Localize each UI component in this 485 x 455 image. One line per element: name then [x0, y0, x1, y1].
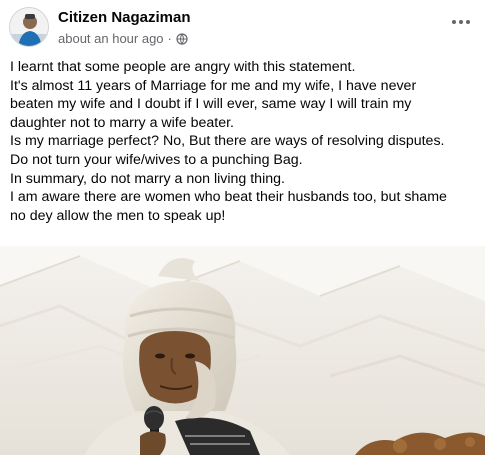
post-text-line: beaten my wife and I doubt if I will eve…	[10, 96, 412, 113]
post-header: Citizen Nagaziman about an hour ago ·	[0, 0, 485, 56]
author-avatar[interactable]	[9, 7, 49, 47]
post-text-line: In summary, do not marry a non living th…	[10, 170, 285, 187]
post-text-line: I am aware there are women who beat thei…	[10, 189, 447, 206]
globe-icon[interactable]	[176, 32, 188, 45]
more-options-icon	[452, 20, 470, 24]
post-text-line: I learnt that some people are angry with…	[10, 59, 356, 75]
photo-image	[0, 246, 485, 455]
post-text-line: Do not turn your wife/wives to a punchin…	[10, 151, 303, 168]
post-text-line: It's almost 11 years of Marriage for me …	[10, 77, 417, 94]
post-timestamp[interactable]: about an hour ago	[58, 31, 164, 46]
post-meta: about an hour ago ·	[58, 31, 188, 46]
facebook-post: Citizen Nagaziman about an hour ago · I …	[0, 0, 485, 455]
post-text-line: no dey allow the men to speak up!	[10, 207, 226, 224]
meta-separator: ·	[167, 31, 172, 46]
post-text-line: daughter not to marry a wife beater.	[10, 114, 234, 131]
avatar-image	[10, 8, 48, 46]
post-photo[interactable]	[0, 246, 485, 455]
author-name[interactable]: Citizen Nagaziman	[58, 9, 191, 26]
more-options-button[interactable]	[449, 10, 473, 34]
post-body: I learnt that some people are angry with…	[10, 58, 482, 225]
post-text-line: Is my marriage perfect? No, But there ar…	[10, 133, 445, 150]
